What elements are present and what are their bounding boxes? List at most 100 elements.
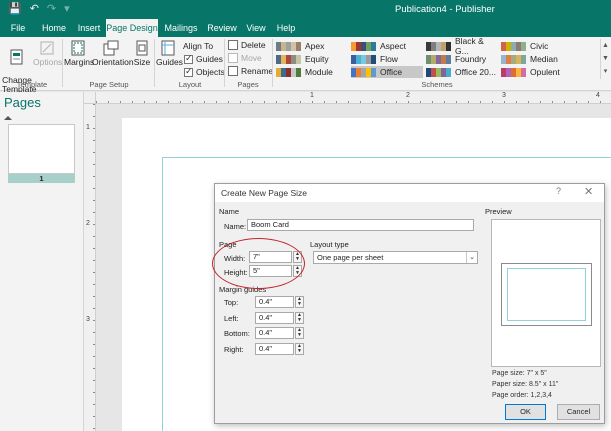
page-size-info: Page size: 7" x 5" <box>492 370 547 377</box>
scheme-swatch-icon <box>351 67 376 77</box>
scroll-down-icon[interactable]: ▼ <box>601 52 610 65</box>
top-margin-stepper[interactable]: ▲ ▼ <box>295 296 304 308</box>
customize-qat-icon[interactable]: ▾ <box>64 3 70 15</box>
page-order-info: Page order: 1,2,3,4 <box>492 392 552 399</box>
undo-icon[interactable]: ↶ <box>30 3 39 15</box>
left-margin-label: Left: <box>224 314 239 323</box>
swatch-color <box>371 54 376 64</box>
preview-margins <box>507 268 586 321</box>
preview-label: Preview <box>485 207 512 216</box>
scheme-swatch-icon <box>426 67 451 77</box>
gallery-scroll[interactable]: ▲ ▼ ▾ <box>600 39 610 79</box>
ruler-corner <box>84 92 96 104</box>
scheme-label: Equity <box>305 54 329 64</box>
right-margin-label: Right: <box>224 345 244 354</box>
tab-home[interactable]: Home <box>38 19 70 37</box>
guides-icon <box>161 40 175 56</box>
tab-help[interactable]: Help <box>272 19 300 37</box>
options-button[interactable]: Options <box>33 40 62 67</box>
scheme-swatch-icon <box>276 67 301 77</box>
left-margin-stepper[interactable]: ▲ ▼ <box>295 312 304 324</box>
scheme-item[interactable]: Median <box>501 53 573 65</box>
ruler-number: 4 <box>596 92 600 99</box>
rename-page-button[interactable]: Rename <box>228 66 273 76</box>
tab-insert[interactable]: Insert <box>74 19 104 37</box>
objects-checkbox[interactable]: Objects <box>184 66 225 77</box>
highlight-ellipse <box>212 238 305 289</box>
help-button[interactable]: ? <box>556 186 561 196</box>
cancel-button[interactable]: Cancel <box>557 404 600 420</box>
size-button[interactable]: Size <box>132 40 152 67</box>
swatch-color <box>446 41 451 51</box>
page-thumbnail-number: 1 <box>8 174 75 183</box>
scheme-item[interactable]: Office 20... <box>426 66 498 78</box>
tab-mailings[interactable]: Mailings <box>161 19 201 37</box>
scheme-label: Civic <box>530 41 549 51</box>
left-margin-field[interactable]: 0.4" <box>255 312 294 324</box>
scheme-label: Office <box>380 67 403 77</box>
scheme-item[interactable]: Office <box>351 66 423 78</box>
collapse-arrow-icon[interactable] <box>4 116 12 120</box>
group-separator <box>272 39 273 87</box>
bottom-margin-stepper[interactable]: ▲ ▼ <box>295 327 304 339</box>
scheme-swatch-icon <box>351 41 376 51</box>
create-new-page-size-dialog: Create New Page Size ? ✕ Name Name: Boom… <box>214 183 605 424</box>
preview-panel <box>491 219 601 367</box>
save-icon[interactable]: 💾 <box>8 3 22 15</box>
scheme-item[interactable]: Aspect <box>351 40 423 52</box>
tab-review[interactable]: Review <box>204 19 240 37</box>
window-title: Publication4 - Publisher <box>395 4 495 15</box>
ok-button[interactable]: OK <box>505 404 546 420</box>
title-bar: 💾 ↶ ↷ ▾ Publication4 - Publisher <box>0 0 611 19</box>
top-margin-field[interactable]: 0.4" <box>255 296 294 308</box>
tab-page-design[interactable]: Page Design <box>106 19 158 37</box>
scheme-item[interactable]: Flow <box>351 53 423 65</box>
scheme-item[interactable]: Module <box>276 66 348 78</box>
name-field[interactable]: Boom Card <box>247 219 474 231</box>
scheme-item[interactable]: Foundry <box>426 53 498 65</box>
scheme-swatch-icon <box>501 67 526 77</box>
guides-checkbox[interactable]: Guides <box>184 53 223 64</box>
move-page-button[interactable]: Move <box>228 53 262 63</box>
scheme-swatch-icon <box>351 54 376 64</box>
scheme-item[interactable]: Apex <box>276 40 348 52</box>
page-thumbnail[interactable] <box>8 124 75 174</box>
bottom-margin-field[interactable]: 0.4" <box>255 327 294 339</box>
swatch-color <box>446 54 451 64</box>
tab-file[interactable]: File <box>4 19 32 37</box>
orientation-button[interactable]: Orientation <box>92 40 134 67</box>
spin-down-icon[interactable]: ▼ <box>296 318 303 323</box>
spin-down-icon[interactable]: ▼ <box>296 333 303 338</box>
group-separator <box>154 39 155 87</box>
group-separator <box>62 39 63 87</box>
rename-page-icon <box>228 66 238 76</box>
margins-button[interactable]: Margins <box>64 40 94 67</box>
delete-page-button[interactable]: Delete <box>228 40 266 50</box>
guides-button[interactable]: Guides <box>156 40 183 67</box>
group-label-pages: Pages <box>237 80 259 89</box>
spin-down-icon[interactable]: ▼ <box>296 349 303 354</box>
right-margin-stepper[interactable]: ▲ ▼ <box>295 343 304 355</box>
close-icon[interactable]: ✕ <box>584 185 593 198</box>
right-margin-field[interactable]: 0.4" <box>255 343 294 355</box>
scroll-up-icon[interactable]: ▲ <box>601 39 610 52</box>
redo-icon[interactable]: ↷ <box>47 3 56 15</box>
horizontal-ruler[interactable]: 1 2 3 4 <box>96 92 611 104</box>
scheme-item[interactable]: Opulent <box>501 66 573 78</box>
group-separator <box>224 39 225 87</box>
swatch-color <box>371 41 376 51</box>
swatch-color <box>446 67 451 77</box>
scheme-item[interactable]: Civic <box>501 40 573 52</box>
scheme-item[interactable]: Black & G... <box>426 36 498 56</box>
spin-down-icon[interactable]: ▼ <box>296 302 303 307</box>
vertical-ruler[interactable]: 1 2 3 <box>84 104 96 431</box>
scheme-swatch-icon <box>426 41 451 51</box>
align-to-label: Align To <box>183 41 214 51</box>
tab-view[interactable]: View <box>242 19 270 37</box>
top-margin-label: Top: <box>224 298 239 307</box>
scheme-item[interactable]: Equity <box>276 53 348 65</box>
layout-type-select[interactable]: One page per sheet ⌄ <box>313 251 478 264</box>
scheme-label: Aspect <box>380 41 406 51</box>
gallery-more-icon[interactable]: ▾ <box>601 65 610 78</box>
swatch-color <box>296 41 301 51</box>
